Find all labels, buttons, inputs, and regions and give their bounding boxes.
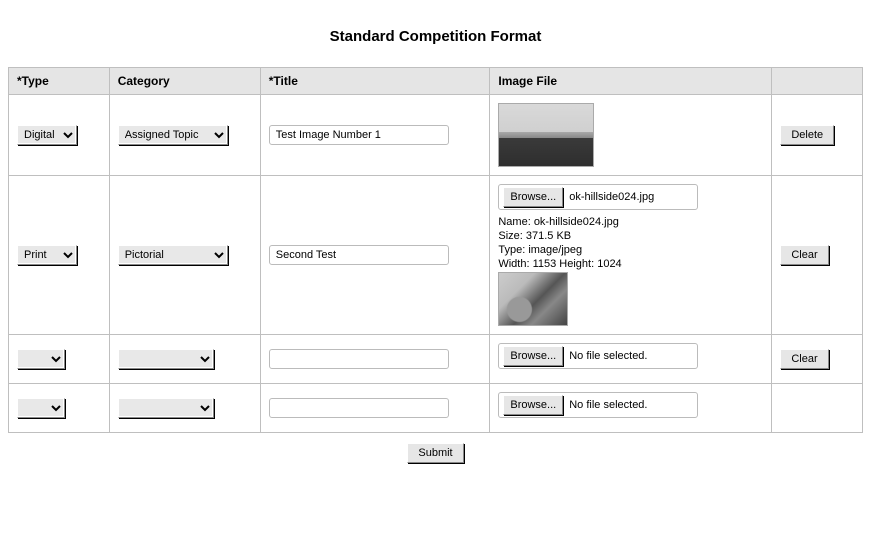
file-meta-name: Name: ok-hillside024.jpg — [498, 216, 763, 228]
page-title: Standard Competition Format — [8, 28, 863, 45]
table-row: Digital Assigned Topic Delete — [9, 95, 863, 176]
file-picker: Browse... ok-hillside024.jpg — [498, 184, 698, 210]
delete-button[interactable]: Delete — [780, 125, 834, 145]
file-meta-dims: Width: 1153 Height: 1024 — [498, 258, 763, 270]
category-select[interactable]: Pictorial — [118, 245, 228, 265]
clear-button[interactable]: Clear — [780, 349, 828, 369]
type-select[interactable]: Digital — [17, 125, 77, 145]
file-picker: Browse... No file selected. — [498, 343, 698, 369]
title-input[interactable] — [269, 245, 449, 265]
file-meta-type: Type: image/jpeg — [498, 244, 763, 256]
browse-button[interactable]: Browse... — [503, 395, 563, 415]
clear-button[interactable]: Clear — [780, 245, 828, 265]
title-input[interactable] — [269, 398, 449, 418]
col-header-category: Category — [109, 68, 260, 95]
competition-table: *Type Category *Title Image File Digital… — [8, 67, 863, 433]
col-header-image: Image File — [490, 68, 772, 95]
title-input[interactable] — [269, 125, 449, 145]
file-meta-size: Size: 371.5 KB — [498, 230, 763, 242]
table-row: Browse... No file selected. Clear — [9, 335, 863, 384]
title-input[interactable] — [269, 349, 449, 369]
image-thumbnail — [498, 272, 568, 326]
browse-button[interactable]: Browse... — [503, 346, 563, 366]
category-select[interactable]: Assigned Topic — [118, 125, 228, 145]
type-select[interactable] — [17, 349, 65, 369]
type-select[interactable] — [17, 398, 65, 418]
col-header-action — [772, 68, 863, 95]
image-thumbnail — [498, 103, 594, 167]
selected-filename: No file selected. — [569, 350, 647, 362]
selected-filename: No file selected. — [569, 399, 647, 411]
table-row: Print Pictorial Browse... ok-hillside024… — [9, 176, 863, 335]
table-row: Browse... No file selected. — [9, 384, 863, 433]
category-select[interactable] — [118, 349, 214, 369]
selected-filename: ok-hillside024.jpg — [569, 191, 654, 203]
submit-button[interactable]: Submit — [407, 443, 463, 463]
category-select[interactable] — [118, 398, 214, 418]
file-picker: Browse... No file selected. — [498, 392, 698, 418]
col-header-type: *Type — [9, 68, 110, 95]
browse-button[interactable]: Browse... — [503, 187, 563, 207]
type-select[interactable]: Print — [17, 245, 77, 265]
col-header-title: *Title — [260, 68, 490, 95]
